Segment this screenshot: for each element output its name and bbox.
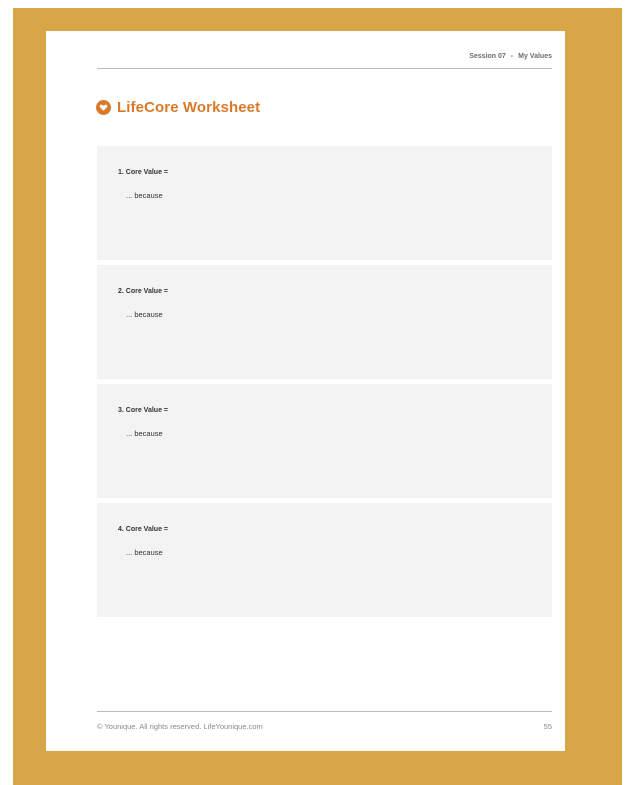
section-label: My Values: [518, 53, 552, 60]
worksheet-title: LifeCore Worksheet: [96, 96, 260, 118]
header-separator: -: [510, 53, 514, 60]
page-header: Session 07- My Values: [97, 53, 552, 69]
page-number: 55: [543, 722, 552, 731]
session-label: Session 07: [469, 53, 506, 60]
core-value-box-3[interactable]: 3. Core Value = ... because: [97, 384, 552, 498]
core-values-list: 1. Core Value = ... because 2. Core Valu…: [97, 146, 552, 622]
page-footer: © Younique. All rights reserved. LifeYou…: [97, 711, 552, 731]
core-value-box-2[interactable]: 2. Core Value = ... because: [97, 265, 552, 379]
page-title: LifeCore Worksheet: [117, 98, 261, 116]
because-label: ... because: [126, 310, 163, 319]
core-value-label: 3. Core Value =: [118, 407, 168, 414]
because-label: ... because: [126, 191, 163, 200]
core-value-label: 4. Core Value =: [118, 526, 168, 533]
copyright-text: © Younique. All rights reserved. LifeYou…: [97, 722, 263, 731]
because-label: ... because: [126, 548, 163, 557]
because-label: ... because: [126, 429, 163, 438]
core-value-label: 1. Core Value =: [118, 169, 168, 176]
core-value-box-1[interactable]: 1. Core Value = ... because: [97, 146, 552, 260]
heart-circle-icon: [96, 99, 111, 115]
core-value-box-4[interactable]: 4. Core Value = ... because: [97, 503, 552, 617]
core-value-label: 2. Core Value =: [118, 288, 168, 295]
worksheet-page: Session 07- My Values LifeCore Worksheet …: [46, 31, 565, 751]
